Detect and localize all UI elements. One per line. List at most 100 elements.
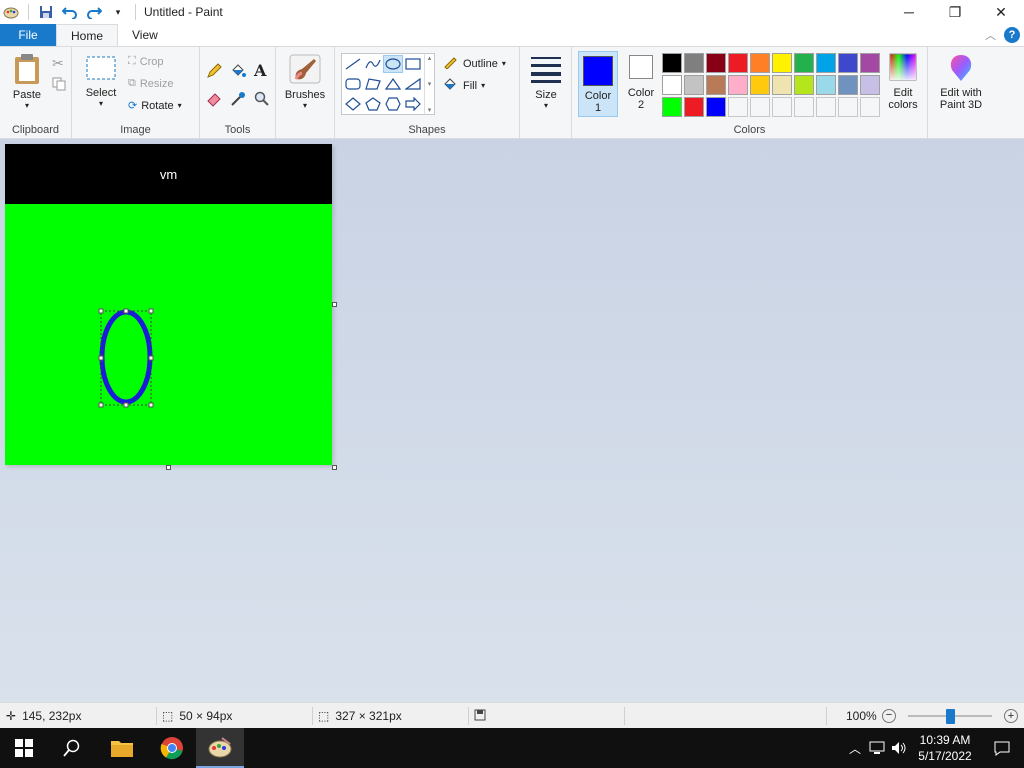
palette-custom-slot[interactable] xyxy=(838,97,858,117)
eraser-icon[interactable] xyxy=(206,91,222,110)
undo-icon[interactable] xyxy=(61,3,79,21)
palette-color-swatch[interactable] xyxy=(860,75,880,95)
help-icon[interactable]: ? xyxy=(1004,27,1020,43)
paint-app-icon[interactable] xyxy=(2,3,20,21)
palette-color-swatch[interactable] xyxy=(728,53,748,73)
palette-color-swatch[interactable] xyxy=(684,75,704,95)
paint-taskbar-button[interactable] xyxy=(196,728,244,768)
rectangle-shape-icon[interactable] xyxy=(403,55,423,73)
color1-button[interactable]: Color 1 xyxy=(578,51,618,117)
color2-button[interactable]: Color 2 xyxy=(622,55,660,111)
oval-shape-icon[interactable] xyxy=(383,55,403,73)
palette-color-swatch[interactable] xyxy=(662,97,682,117)
rounded-rectangle-shape-icon[interactable] xyxy=(343,75,363,93)
file-explorer-button[interactable] xyxy=(98,728,146,768)
outline-button[interactable]: Outline ▾ xyxy=(443,55,506,72)
palette-color-swatch[interactable] xyxy=(706,97,726,117)
shapes-scrollbar[interactable]: ▴ ▾ ▾ xyxy=(424,54,434,114)
palette-color-swatch[interactable] xyxy=(750,53,770,73)
pentagon-shape-icon[interactable] xyxy=(363,95,383,113)
selection-handle[interactable] xyxy=(148,402,154,408)
customize-toolbar-icon[interactable]: ▾ xyxy=(109,3,127,21)
close-button[interactable]: ✕ xyxy=(978,0,1024,24)
clock[interactable]: 10:39 AM 5/17/2022 xyxy=(910,732,980,764)
tab-home[interactable]: Home xyxy=(56,24,119,46)
palette-color-swatch[interactable] xyxy=(706,53,726,73)
curve-shape-icon[interactable] xyxy=(363,55,383,73)
network-icon[interactable] xyxy=(866,741,888,755)
selection-handle[interactable] xyxy=(123,308,129,314)
color-picker-icon[interactable] xyxy=(230,91,246,110)
pencil-icon[interactable] xyxy=(206,63,222,82)
hexagon-shape-icon[interactable] xyxy=(383,95,403,113)
palette-color-swatch[interactable] xyxy=(706,75,726,95)
canvas-workspace[interactable]: vm xyxy=(0,139,1024,702)
collapse-ribbon-icon[interactable]: ︿ xyxy=(985,27,996,43)
palette-custom-slot[interactable] xyxy=(728,97,748,117)
palette-color-swatch[interactable] xyxy=(816,53,836,73)
rotate-button[interactable]: ⟳ Rotate ▾ xyxy=(128,99,182,113)
cut-icon[interactable]: ✂ xyxy=(52,55,64,72)
copy-icon[interactable] xyxy=(52,77,66,94)
size-button[interactable]: Size ▾ xyxy=(526,55,566,110)
brushes-button[interactable]: Brushes ▾ xyxy=(280,53,330,110)
fill-bucket-icon[interactable] xyxy=(230,63,246,82)
palette-color-swatch[interactable] xyxy=(838,75,858,95)
selection-handle[interactable] xyxy=(98,355,104,361)
tab-view[interactable]: View xyxy=(118,24,172,46)
selection-handle[interactable] xyxy=(123,402,129,408)
selection-handle[interactable] xyxy=(148,308,154,314)
zoom-in-icon[interactable]: + xyxy=(1004,709,1018,723)
palette-color-swatch[interactable] xyxy=(860,53,880,73)
palette-color-swatch[interactable] xyxy=(662,53,682,73)
redo-icon[interactable] xyxy=(85,3,103,21)
palette-custom-slot[interactable] xyxy=(794,97,814,117)
palette-color-swatch[interactable] xyxy=(772,75,792,95)
paste-button[interactable]: Paste ▾ xyxy=(8,53,46,110)
palette-color-swatch[interactable] xyxy=(794,75,814,95)
canvas-resize-handle-bottom[interactable] xyxy=(166,465,171,470)
palette-color-swatch[interactable] xyxy=(772,53,792,73)
save-icon[interactable] xyxy=(37,3,55,21)
notifications-icon[interactable] xyxy=(980,740,1024,756)
line-shape-icon[interactable] xyxy=(343,55,363,73)
palette-color-swatch[interactable] xyxy=(728,75,748,95)
polygon-shape-icon[interactable] xyxy=(363,75,383,93)
selection-handle[interactable] xyxy=(148,355,154,361)
palette-color-swatch[interactable] xyxy=(684,97,704,117)
drawing-canvas[interactable]: vm xyxy=(5,144,332,465)
tab-file[interactable]: File xyxy=(0,24,56,46)
maximize-button[interactable]: ❐ xyxy=(932,0,978,24)
text-tool-icon[interactable]: A xyxy=(254,61,266,80)
palette-custom-slot[interactable] xyxy=(772,97,792,117)
selection-handle[interactable] xyxy=(98,308,104,314)
minimize-button[interactable]: ─ xyxy=(886,0,932,24)
palette-color-swatch[interactable] xyxy=(794,53,814,73)
palette-color-swatch[interactable] xyxy=(750,75,770,95)
palette-custom-slot[interactable] xyxy=(860,97,880,117)
selection-handle[interactable] xyxy=(98,402,104,408)
zoom-slider-thumb[interactable] xyxy=(946,709,955,724)
diamond-shape-icon[interactable] xyxy=(343,95,363,113)
edit-with-paint3d-button[interactable]: Edit with Paint 3D xyxy=(932,53,990,111)
chrome-button[interactable] xyxy=(148,728,196,768)
arrow-shape-icon[interactable] xyxy=(403,95,423,113)
palette-color-swatch[interactable] xyxy=(662,75,682,95)
edit-colors-button[interactable]: Edit colors xyxy=(882,53,924,111)
volume-icon[interactable] xyxy=(888,741,910,755)
search-button[interactable] xyxy=(48,728,96,768)
resize-button[interactable]: ⧉ Resize xyxy=(128,77,173,90)
crop-button[interactable]: ⛶ Crop xyxy=(128,55,164,68)
canvas-resize-handle-right[interactable] xyxy=(332,302,337,307)
fill-button[interactable]: Fill ▾ xyxy=(443,77,485,94)
palette-custom-slot[interactable] xyxy=(816,97,836,117)
right-triangle-shape-icon[interactable] xyxy=(403,75,423,93)
triangle-shape-icon[interactable] xyxy=(383,75,403,93)
show-hidden-icons-icon[interactable]: ︿ xyxy=(844,740,866,757)
palette-color-swatch[interactable] xyxy=(838,53,858,73)
start-button[interactable] xyxy=(0,728,48,768)
select-button[interactable]: Select ▾ xyxy=(82,55,120,108)
canvas-resize-handle-corner[interactable] xyxy=(332,465,337,470)
magnifier-icon[interactable] xyxy=(254,91,270,110)
palette-color-swatch[interactable] xyxy=(684,53,704,73)
